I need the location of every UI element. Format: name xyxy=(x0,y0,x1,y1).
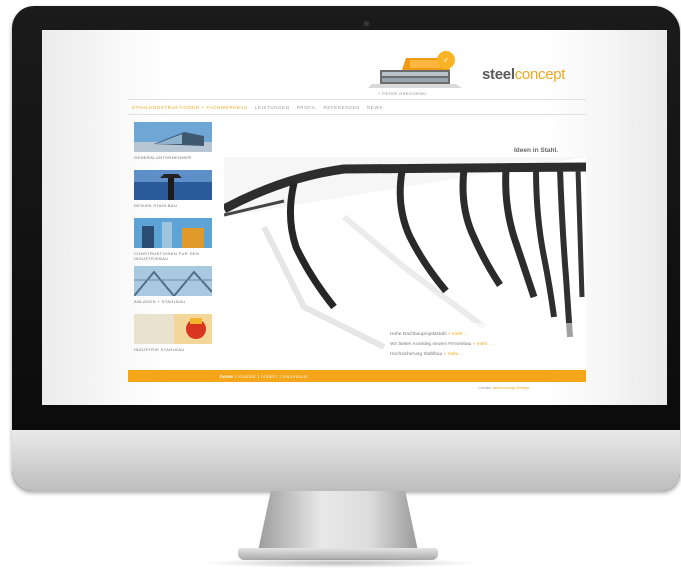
nav-item-stahlkonstruktionen[interactable]: Stahlkonstruktionen + Fachwerkbau xyxy=(132,105,248,110)
brand-tagline: + PETER GREGORSKI xyxy=(378,91,427,96)
footer-bar: home | Kontakt | Anfahrt | Impressum xyxy=(128,370,586,382)
footer-link-home[interactable]: home xyxy=(220,374,233,379)
website: ✓ steelconcept + PETER GREGORSKI Stahlko… xyxy=(128,30,586,405)
footer-link-kontakt[interactable]: Kontakt xyxy=(238,374,255,379)
sidebar-thumbnail xyxy=(134,314,212,344)
brand-logo[interactable]: steelconcept xyxy=(482,66,565,83)
sidebar-thumbnail xyxy=(134,122,212,152)
sidebar-item-design-stahlbau[interactable]: Design Stahlbau xyxy=(132,170,214,218)
news-more-link[interactable]: » mehr ... xyxy=(448,332,468,337)
sidebar-item-industrie-stahlbau[interactable]: Industrie Stahlbau xyxy=(132,314,214,362)
sidebar: Generalunternehmer Design Stahlbau xyxy=(132,122,214,362)
news-list: Hohe Dachbauprojektstahl » mehr ... Wir … xyxy=(390,330,493,360)
main-navigation: Stahlkonstruktionen + Fachwerkbau Leistu… xyxy=(128,99,586,115)
nav-item-news[interactable]: News xyxy=(367,105,383,110)
news-text: Wir bieten Ausstieg neuem Firmenbau xyxy=(390,342,472,347)
sidebar-item-label: Construktionen fur den Industriebau xyxy=(134,251,200,261)
credits-link[interactable]: steelconcept Design xyxy=(493,385,529,390)
sidebar-thumbnail xyxy=(134,218,212,248)
monitor-stand xyxy=(258,491,418,551)
stand-shadow xyxy=(200,558,480,568)
sidebar-item-anlagen[interactable]: Anlagen + Stahlbau xyxy=(132,266,214,314)
news-more-link[interactable]: » mehr ... xyxy=(444,352,464,357)
nav-item-referenzen[interactable]: Referenzen xyxy=(323,105,360,110)
nav-item-leistungen[interactable]: Leistungen xyxy=(255,105,290,110)
camera-icon xyxy=(363,20,370,27)
monitor-chin xyxy=(12,430,680,491)
hero-title: Ideen in Stahl. xyxy=(514,147,559,154)
brand-name-steel: steel xyxy=(482,66,515,83)
footer-link-impressum[interactable]: Impressum xyxy=(283,374,308,379)
sidebar-item-construktionen[interactable]: Construktionen fur den Industriebau xyxy=(132,218,214,266)
header-building-image: ✓ xyxy=(368,51,462,88)
footer-separator: | xyxy=(279,373,281,379)
sidebar-item-label: Generalunternehmer xyxy=(134,155,192,160)
news-item[interactable]: Hochsicherung Stahlbau » mehr ... xyxy=(390,350,493,360)
news-item[interactable]: Hohe Dachbauprojektstahl » mehr ... xyxy=(390,330,493,340)
news-text: Hochsicherung Stahlbau xyxy=(390,352,443,357)
footer-separator: | xyxy=(235,373,237,379)
footer-link-anfahrt[interactable]: Anfahrt xyxy=(261,374,278,379)
news-more-link[interactable]: » mehr ... xyxy=(473,342,493,347)
svg-text:✓: ✓ xyxy=(443,58,448,64)
news-text: Hohe Dachbauprojektstahl xyxy=(390,332,447,337)
brand-name-concept: concept xyxy=(514,66,566,83)
sidebar-item-label: Industrie Stahlbau xyxy=(134,347,185,352)
sidebar-item-generalunternehmer[interactable]: Generalunternehmer xyxy=(132,122,214,170)
monitor-screen: ✓ steelconcept + PETER GREGORSKI Stahlko… xyxy=(42,30,667,405)
sidebar-item-label: Design Stahlbau xyxy=(134,203,178,208)
footer-separator: | xyxy=(257,373,259,379)
credits: Credits: steelconcept Design xyxy=(478,385,529,390)
credits-label: Credits: xyxy=(478,385,492,390)
nav-item-profil[interactable]: Profil xyxy=(297,105,317,110)
news-item[interactable]: Wir bieten Ausstieg neuem Firmenbau » me… xyxy=(390,340,493,350)
sidebar-thumbnail xyxy=(134,266,212,296)
sidebar-item-label: Anlagen + Stahlbau xyxy=(134,299,186,304)
sidebar-thumbnail xyxy=(134,170,212,200)
